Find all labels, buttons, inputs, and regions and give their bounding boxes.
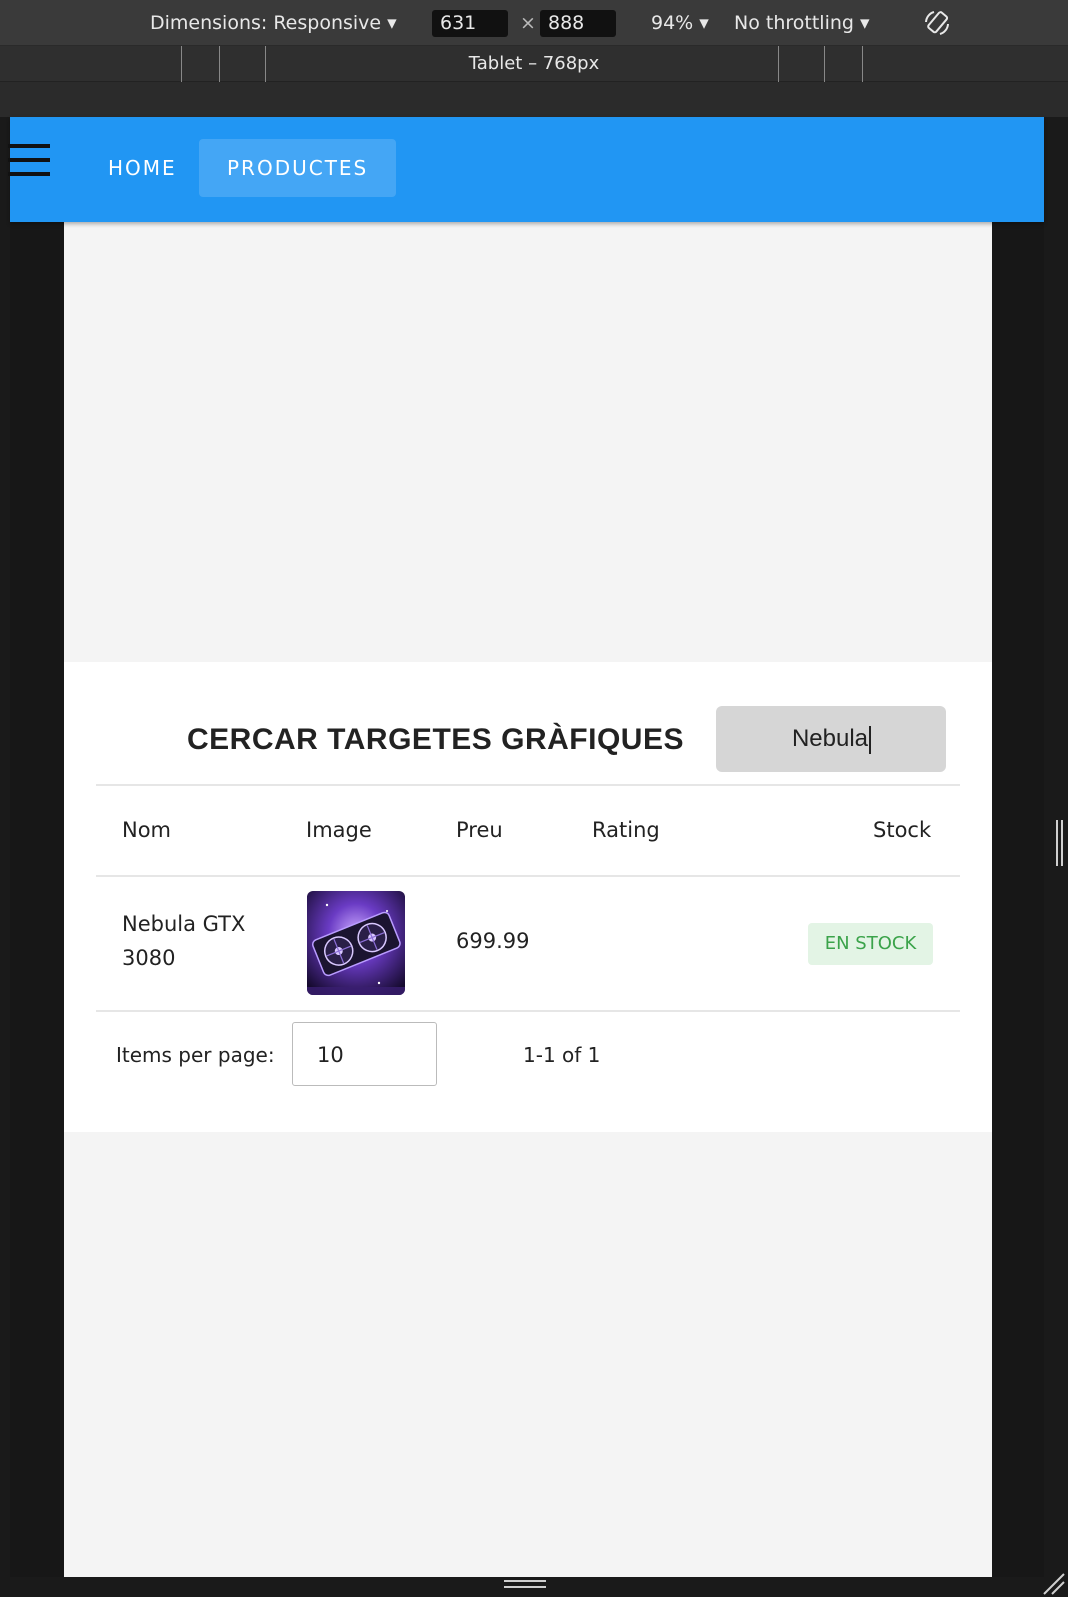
- times-sign: ×: [520, 12, 536, 34]
- column-header-image[interactable]: Image: [306, 818, 372, 842]
- rotate-icon[interactable]: [922, 8, 952, 38]
- cell-price: 699.99: [456, 929, 530, 953]
- height-input[interactable]: 888: [540, 10, 616, 37]
- devtools-toolbar: Dimensions: Responsive ▾ 631 × 888 94% ▾…: [0, 0, 1068, 46]
- hamburger-menu-icon[interactable]: [8, 144, 60, 192]
- corner-resize-icon[interactable]: [1040, 1572, 1066, 1596]
- width-input[interactable]: 631: [432, 10, 508, 37]
- app-navbar: HOME PRODUCTES: [8, 117, 1044, 222]
- product-thumbnail: [307, 891, 405, 995]
- stock-status-badge: EN STOCK: [808, 923, 933, 965]
- device-label[interactable]: Tablet – 768px: [0, 53, 1068, 74]
- divider: [96, 875, 960, 877]
- items-per-page-select[interactable]: 10: [292, 1022, 437, 1086]
- ruler-tick[interactable]: [778, 46, 779, 82]
- search-input[interactable]: Nebula: [716, 706, 946, 772]
- text-caret: [869, 725, 871, 754]
- column-header-rating[interactable]: Rating: [592, 818, 660, 842]
- items-per-page-label: Items per page:: [116, 1043, 275, 1067]
- search-input-value: Nebula: [791, 725, 868, 752]
- ruler-tick[interactable]: [824, 46, 825, 82]
- throttling-dropdown[interactable]: No throttling ▾: [734, 12, 870, 34]
- divider: [96, 1010, 960, 1012]
- divider: [96, 784, 960, 786]
- page-title: CERCAR TARGETES GRÀFIQUES: [187, 723, 684, 756]
- nav-products-link[interactable]: PRODUCTES: [199, 139, 397, 197]
- devtools-gap: [0, 82, 1068, 117]
- dimensions-dropdown[interactable]: Dimensions: Responsive ▾: [150, 12, 397, 34]
- zoom-dropdown[interactable]: 94% ▾: [651, 12, 709, 34]
- pagination-range: 1-1 of 1: [523, 1043, 601, 1067]
- column-header-preu[interactable]: Preu: [456, 818, 503, 842]
- side-resize-handle[interactable]: [1056, 820, 1064, 866]
- column-header-nom[interactable]: Nom: [122, 818, 171, 842]
- column-header-stock[interactable]: Stock: [873, 818, 931, 842]
- bottom-resize-handle[interactable]: [504, 1580, 546, 1590]
- nav-home-link[interactable]: HOME: [80, 139, 205, 197]
- cell-product-name-line2: 3080: [122, 946, 176, 970]
- cell-product-name-line1: Nebula GTX: [122, 912, 246, 936]
- device-ruler: Tablet – 768px: [0, 46, 1068, 82]
- graphics-card-image: [307, 891, 405, 995]
- ruler-tick[interactable]: [862, 46, 863, 82]
